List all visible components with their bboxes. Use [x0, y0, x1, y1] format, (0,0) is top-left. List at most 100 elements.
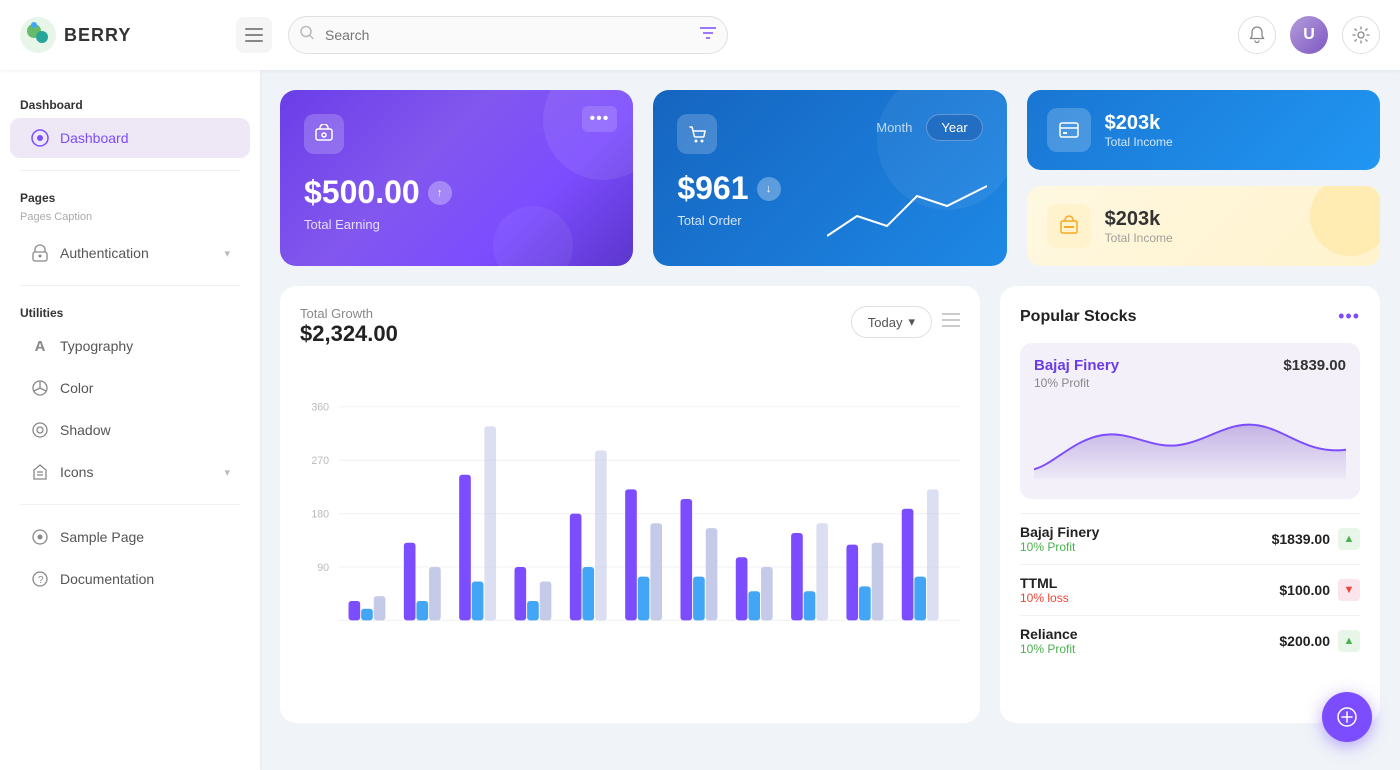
featured-stock-top: Bajaj Finery $1839.00 — [1034, 357, 1346, 374]
arrow-up-icon: ▲ — [1338, 630, 1360, 652]
notification-button[interactable] — [1238, 16, 1276, 54]
logo-icon — [20, 17, 56, 53]
chevron-down-icon: ▾ — [224, 247, 230, 260]
featured-stock-name: Bajaj Finery — [1034, 357, 1119, 374]
chart-amount: $2,324.00 — [300, 321, 398, 347]
logo: BERRY — [20, 17, 220, 53]
sidebar-item-documentation[interactable]: ? Documentation — [10, 559, 250, 599]
income-blue-icon — [1047, 108, 1091, 152]
stocks-card: Popular Stocks ••• Bajaj Finery $1839.00… — [1000, 286, 1380, 723]
stock-change: 10% Profit — [1020, 540, 1099, 554]
sidebar: Dashboard Dashboard Pages Pages Caption … — [0, 70, 260, 770]
sidebar-item-label: Typography — [60, 338, 133, 354]
stock-price: $200.00 — [1279, 633, 1330, 649]
stock-row-left: TTML 10% loss — [1020, 575, 1069, 605]
sidebar-item-authentication[interactable]: Authentication ▾ — [10, 233, 250, 273]
stock-row: Reliance 10% Profit $200.00 ▲ — [1020, 615, 1360, 666]
stocks-more-button[interactable]: ••• — [1338, 306, 1360, 327]
chart-title-group: Total Growth $2,324.00 — [300, 306, 398, 347]
stock-name: Reliance — [1020, 626, 1078, 642]
bar-chart-svg: 360 270 180 90 — [300, 363, 960, 703]
arrow-up-icon: ▲ — [1338, 528, 1360, 550]
income-yellow-amount: $203k — [1105, 208, 1173, 231]
card-earning: ••• $500.00 ↑ Total Earning — [280, 90, 633, 266]
sidebar-section-pages: Pages — [0, 183, 260, 209]
svg-text:360: 360 — [311, 402, 329, 414]
chart-section: Total Growth $2,324.00 Today ▾ — [280, 286, 1380, 723]
stocks-header: Popular Stocks ••• — [1020, 306, 1360, 327]
search-bar — [288, 16, 728, 54]
topbar: BERRY U — [0, 0, 1400, 70]
sidebar-item-icons[interactable]: Icons ▾ — [10, 452, 250, 492]
stock-name: Bajaj Finery — [1020, 524, 1099, 540]
stock-row-right: $100.00 ▼ — [1279, 579, 1360, 601]
year-toggle-button[interactable]: Year — [926, 114, 982, 141]
stock-row: Bajaj Finery 10% Profit $1839.00 ▲ — [1020, 513, 1360, 564]
card-right-col: $203k Total Income $203k Total Income — [1027, 90, 1380, 266]
card-income-yellow: $203k Total Income — [1027, 186, 1380, 266]
main-content: ••• $500.00 ↑ Total Earning Month Year — [260, 70, 1400, 770]
chevron-down-icon: ▾ — [224, 466, 230, 479]
card-more-button[interactable]: ••• — [582, 106, 618, 132]
shadow-icon — [30, 420, 50, 440]
earning-amount: $500.00 ↑ — [304, 174, 609, 211]
income-yellow-text: $203k Total Income — [1105, 208, 1173, 245]
stock-row-left: Reliance 10% Profit — [1020, 626, 1078, 656]
stock-price: $1839.00 — [1272, 531, 1330, 547]
topbar-right: U — [1238, 16, 1380, 54]
typography-icon: A — [30, 336, 50, 356]
sidebar-item-shadow[interactable]: Shadow — [10, 410, 250, 450]
arrow-down-icon: ▼ — [1338, 579, 1360, 601]
sidebar-item-typography[interactable]: A Typography — [10, 326, 250, 366]
documentation-icon: ? — [30, 569, 50, 589]
search-input[interactable] — [288, 16, 728, 54]
income-yellow-label: Total Income — [1105, 231, 1173, 245]
today-button[interactable]: Today ▾ — [851, 306, 932, 338]
sidebar-divider-2 — [20, 285, 240, 286]
settings-button[interactable] — [1342, 16, 1380, 54]
order-trend-icon: ↓ — [757, 177, 781, 201]
sidebar-section-utilities: Utilities — [0, 298, 260, 324]
layout: Dashboard Dashboard Pages Pages Caption … — [0, 70, 1400, 770]
sidebar-item-label: Shadow — [60, 422, 111, 438]
menu-button[interactable] — [236, 17, 272, 53]
month-year-toggle: Month Year — [862, 114, 982, 141]
earning-trend-icon: ↑ — [428, 181, 452, 205]
icons-icon — [30, 462, 50, 482]
stocks-title: Popular Stocks — [1020, 308, 1136, 326]
cards-row: ••• $500.00 ↑ Total Earning Month Year — [280, 90, 1380, 266]
month-toggle-button[interactable]: Month — [862, 114, 926, 141]
bar-chart-area: 360 270 180 90 — [300, 363, 960, 703]
fab-button[interactable] — [1322, 692, 1372, 742]
svg-text:?: ? — [38, 575, 44, 586]
stock-change: 10% Profit — [1020, 642, 1078, 656]
dropdown-icon: ▾ — [908, 314, 915, 330]
chart-header: Total Growth $2,324.00 Today ▾ — [300, 306, 960, 347]
sample-page-icon — [30, 527, 50, 547]
filter-icon[interactable] — [700, 26, 716, 44]
sidebar-item-color[interactable]: Color — [10, 368, 250, 408]
dashboard-icon — [30, 128, 50, 148]
stock-name: TTML — [1020, 575, 1069, 591]
card-order: Month Year $961 ↓ Total Order — [653, 90, 1006, 266]
chart-menu-icon[interactable] — [942, 313, 960, 332]
featured-stock-price: $1839.00 — [1283, 357, 1346, 374]
stock-row-right: $1839.00 ▲ — [1272, 528, 1360, 550]
order-icon-wrap — [677, 114, 717, 154]
income-blue-label: Total Income — [1105, 135, 1173, 149]
earning-label: Total Earning — [304, 217, 609, 232]
avatar[interactable]: U — [1290, 16, 1328, 54]
stock-row-right: $200.00 ▲ — [1279, 630, 1360, 652]
sidebar-section-pages-caption: Pages Caption — [0, 209, 260, 231]
chart-card: Total Growth $2,324.00 Today ▾ — [280, 286, 980, 723]
color-icon — [30, 378, 50, 398]
svg-text:180: 180 — [311, 508, 329, 520]
sidebar-item-label: Sample Page — [60, 529, 144, 545]
app-name: BERRY — [64, 25, 131, 46]
stock-price: $100.00 — [1279, 582, 1330, 598]
income-yellow-icon — [1047, 204, 1091, 248]
sidebar-item-sample-page[interactable]: Sample Page — [10, 517, 250, 557]
sidebar-item-label: Color — [60, 380, 93, 396]
sidebar-section-dashboard: Dashboard — [0, 90, 260, 116]
sidebar-item-dashboard[interactable]: Dashboard — [10, 118, 250, 158]
